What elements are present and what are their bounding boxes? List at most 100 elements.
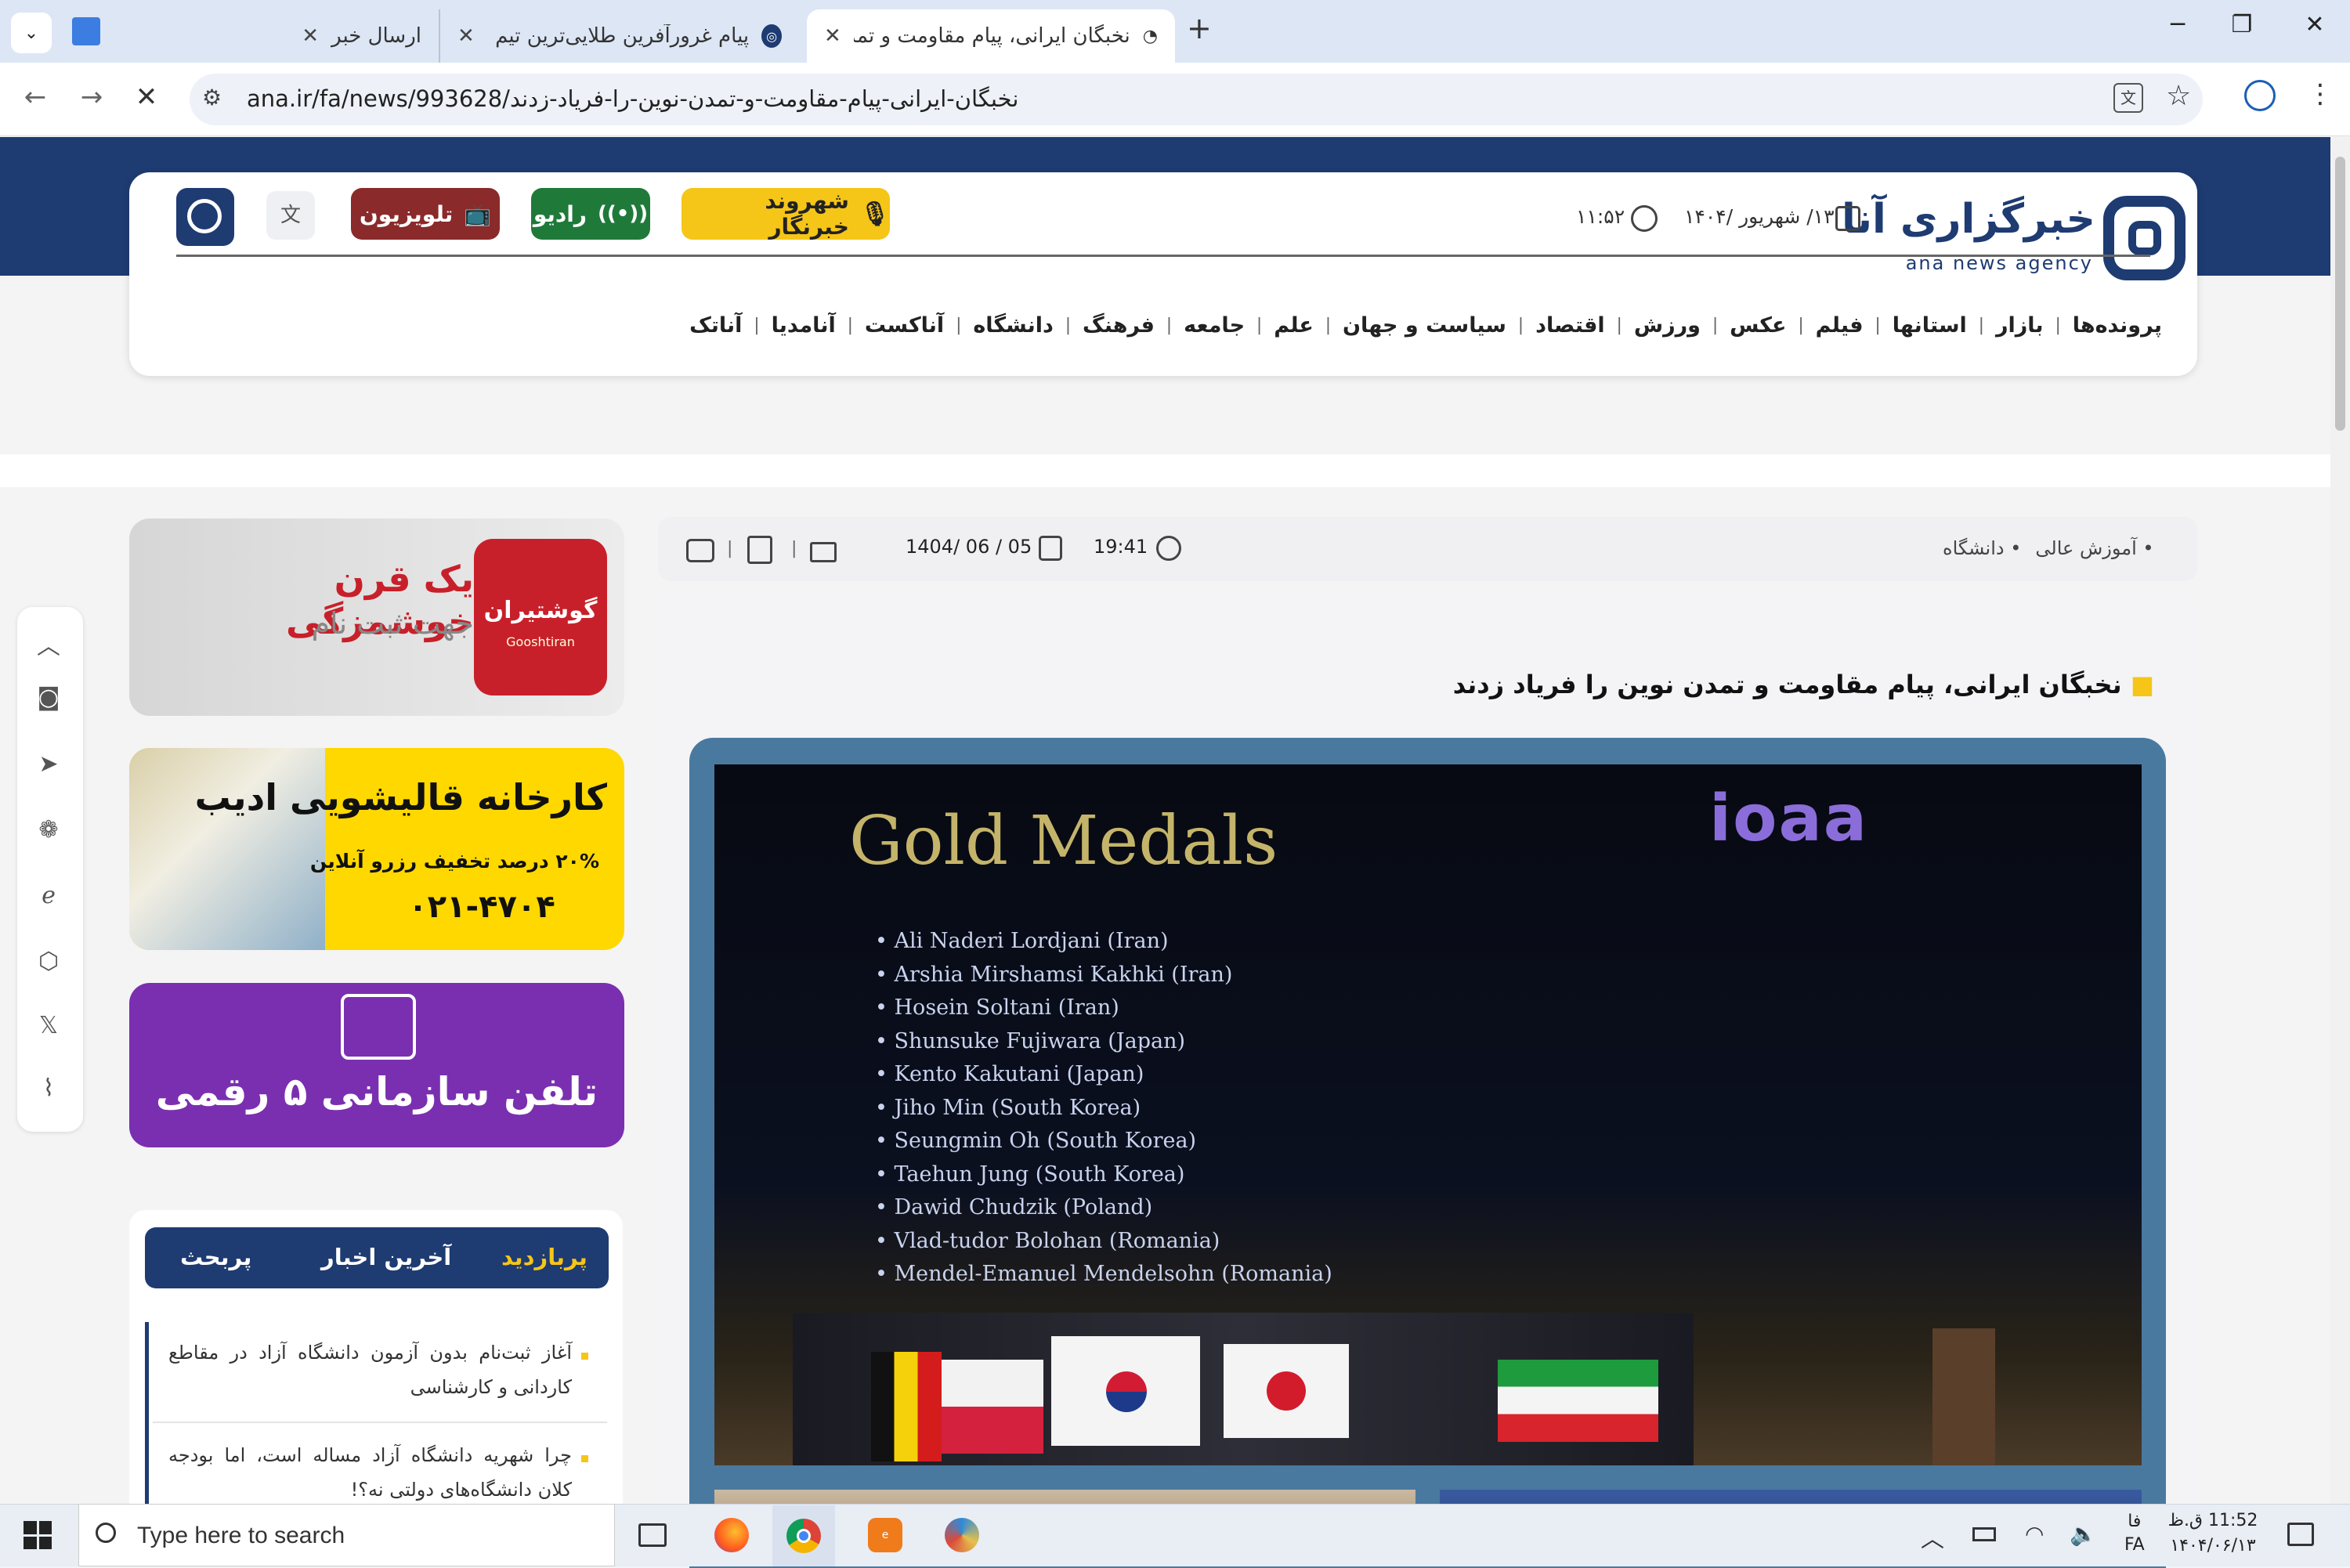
windows-start-icon[interactable] xyxy=(24,1521,52,1549)
main-nav: آناتک | آنامدیا | آناکست | دانشگاه | فرهنگ | … xyxy=(689,313,2162,338)
nav-society[interactable]: جامعه xyxy=(1184,313,1245,338)
show-hidden-icons[interactable]: ︿ xyxy=(1921,1519,1944,1554)
tab-current-article[interactable]: ◔ نخبگان ایرانی، پیام مقاومت و تمدن ✕ xyxy=(807,9,1175,63)
search-icon xyxy=(96,1523,116,1543)
battery-icon[interactable] xyxy=(1972,1527,1996,1541)
new-tab-button[interactable]: + xyxy=(1187,11,1212,45)
volume-icon[interactable]: 🔈 xyxy=(2070,1521,2097,1547)
system-clock[interactable]: 11:52 ق.ظ ۱۴۰۴/۰۶/۱۳ xyxy=(2166,1508,2260,1559)
loading-icon: ◔ xyxy=(1142,26,1158,46)
translate-icon[interactable]: 文 xyxy=(2113,83,2143,113)
aparat-icon[interactable]: ❁ xyxy=(31,816,66,851)
notifications-icon[interactable] xyxy=(2287,1523,2314,1546)
scrollbar-thumb[interactable] xyxy=(2335,157,2345,431)
tab-most-discussed[interactable]: پربحث xyxy=(180,1244,251,1270)
input-language[interactable]: فا FA xyxy=(2124,1510,2145,1557)
nav-separator: | xyxy=(1616,316,1622,335)
nav-photo[interactable]: عکس xyxy=(1730,313,1786,338)
task-view-icon[interactable] xyxy=(638,1523,667,1547)
close-icon[interactable]: ✕ xyxy=(302,24,319,48)
print-icon[interactable] xyxy=(686,539,714,562)
back-button[interactable]: ← xyxy=(16,81,55,113)
ad-adib-carpet[interactable]: کارخانه قالیشویی ادیب ۲۰% درصد تخفیف رزر… xyxy=(129,748,624,950)
breadcrumb-item[interactable]: • دانشگاه xyxy=(1943,537,2021,559)
wifi-icon[interactable]: ◠ xyxy=(2025,1521,2044,1547)
calendar-icon xyxy=(1039,536,1062,561)
nav-politics[interactable]: سیاست و جهان xyxy=(1343,313,1506,338)
site-info-icon[interactable]: ⚙ xyxy=(202,85,222,110)
nav-university[interactable]: دانشگاه xyxy=(973,313,1054,338)
nav-economy[interactable]: اقتصاد xyxy=(1535,313,1605,338)
menu-kebab-icon[interactable]: ⋮ xyxy=(2307,78,2334,110)
eitaa-icon[interactable]: ℯ xyxy=(31,882,66,916)
rss-icon[interactable]: ⌇ xyxy=(31,1075,66,1109)
list-item-text: چرا شهریه دانشگاه آزاد مساله است، اما بو… xyxy=(168,1444,572,1501)
citizen-reporter-button[interactable]: 🎙 شهروند خبرنگار xyxy=(682,188,890,240)
article-time: 19:41 xyxy=(1094,536,1148,558)
nav-science[interactable]: علم xyxy=(1274,313,1314,338)
list-item[interactable]: چرا شهریه دانشگاه آزاد مساله است، اما بو… xyxy=(168,1438,572,1507)
close-icon[interactable]: ✕ xyxy=(457,24,475,48)
maximize-button[interactable]: ❐ xyxy=(2222,11,2261,38)
ad-gooshtiran[interactable]: یک قرن خوشمزگی جهت ثبت نام گوشتیران Goos… xyxy=(129,518,624,716)
medalist-item: • Jiho Min (South Korea) xyxy=(875,1095,1141,1120)
close-window-button[interactable]: ✕ xyxy=(2295,11,2334,38)
nav-separator: | xyxy=(1798,316,1804,335)
paint-icon[interactable] xyxy=(945,1518,979,1552)
telegram-icon[interactable]: ➤ xyxy=(31,750,66,785)
nav-anatek[interactable]: آناتک xyxy=(689,313,742,338)
forward-button[interactable]: → xyxy=(72,81,111,113)
article-date: 1404/ 06 / 05 xyxy=(906,536,1032,558)
nav-culture[interactable]: فرهنگ xyxy=(1083,313,1155,338)
nav-sport[interactable]: ورزش xyxy=(1634,313,1701,338)
instagram-icon[interactable]: ◙ xyxy=(31,684,66,718)
tab-title: پیام غرورآفرین طلایی‌ترین تیم المپ xyxy=(487,24,750,48)
minimize-button[interactable]: ─ xyxy=(2158,11,2197,38)
tab-latest[interactable]: آخرین اخبار xyxy=(321,1244,451,1270)
tab-title: ارسال خبر xyxy=(331,24,421,48)
meta-separator: | xyxy=(791,539,797,558)
tab-olympiad[interactable]: ◎ پیام غرورآفرین طلایی‌ترین تیم المپ ✕ xyxy=(439,9,799,63)
bookmark-star-icon[interactable]: ☆ xyxy=(2166,80,2191,112)
x-twitter-icon[interactable]: 𝕏 xyxy=(31,1012,66,1046)
tab-search-button[interactable]: ⌄ xyxy=(11,13,52,53)
copy-link-icon[interactable] xyxy=(747,536,772,564)
tv-icon: 📺 xyxy=(464,201,492,227)
url-text[interactable]: ana.ir/fa/news/993628/نخبگان-ایرانی-پیام… xyxy=(247,85,1018,112)
scroll-top-icon[interactable]: ︿ xyxy=(31,627,66,661)
nav-anacast[interactable]: آناکست xyxy=(865,313,944,338)
tab-send-news[interactable]: ارسال خبر ✕ xyxy=(282,9,439,63)
rubika-icon[interactable]: ⬡ xyxy=(31,948,66,982)
language-toggle-icon[interactable]: 文 xyxy=(266,191,315,240)
profile-icon[interactable] xyxy=(2244,80,2276,111)
close-icon[interactable]: ✕ xyxy=(824,24,841,48)
breadcrumb-item[interactable]: • آموزش عالی xyxy=(2035,537,2153,559)
clock-time: 11:52 ق.ظ xyxy=(2167,1511,2258,1530)
stop-loading-button[interactable]: ✕ xyxy=(127,81,166,113)
search-button[interactable] xyxy=(176,188,234,246)
nav-anamedia[interactable]: آنامدیا xyxy=(772,313,836,338)
nav-dossiers[interactable]: پرونده‌ها xyxy=(2073,313,2162,338)
language-code: FA xyxy=(2124,1535,2145,1555)
app-476-icon[interactable]: e xyxy=(868,1518,902,1552)
nav-film[interactable]: فیلم xyxy=(1816,313,1864,338)
medalist-item: • Seungmin Oh (South Korea) xyxy=(875,1129,1197,1153)
email-icon[interactable] xyxy=(810,542,837,562)
site-logo[interactable]: خبرگزاری آنا ana news agency xyxy=(1842,196,2186,286)
flag-belgium xyxy=(871,1352,942,1461)
firefox-icon[interactable] xyxy=(714,1518,749,1552)
ad-org-phone[interactable]: تلفن سازمانی ۵ رقمی xyxy=(129,983,624,1147)
list-accent xyxy=(145,1322,149,1504)
chrome-icon[interactable] xyxy=(772,1505,835,1566)
breadcrumb: • دانشگاه • آموزش عالی xyxy=(1943,537,2170,559)
nav-market[interactable]: بازار xyxy=(1996,313,2044,338)
search-icon xyxy=(187,199,222,233)
tab-most-viewed[interactable]: پربازدید xyxy=(501,1244,588,1270)
medalist-list: • Ali Naderi Lordjani (Iran) • Arshia Mi… xyxy=(875,925,1332,1292)
tv-button[interactable]: 📺 تلویزیون xyxy=(351,188,500,240)
radio-button[interactable]: ((•)) رادیو xyxy=(531,188,650,240)
nav-separator: | xyxy=(1325,316,1332,335)
nav-provinces[interactable]: استانها xyxy=(1893,313,1967,338)
list-item[interactable]: آغاز ثبت‌نام بدون آزمون دانشگاه آزاد در … xyxy=(168,1335,572,1404)
nav-separator: | xyxy=(1978,316,1985,335)
